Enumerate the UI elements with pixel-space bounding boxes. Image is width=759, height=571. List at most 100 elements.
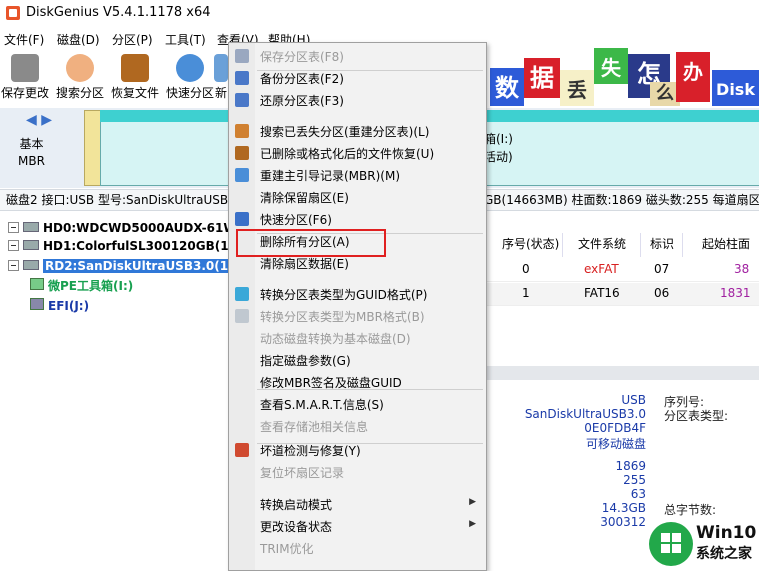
menu-item[interactable]: 坏道检测与修复(Y) (229, 439, 486, 461)
tree-item-hd0[interactable]: HD0:WDCWD5000AUDX-61W (8, 218, 237, 238)
tree-item-efi[interactable]: EFI(J:) (30, 296, 89, 316)
partition-icon (30, 278, 44, 290)
new-partition-button[interactable]: 新 (214, 52, 228, 104)
col-header-start[interactable]: 起始柱面 (702, 235, 750, 252)
menu-item[interactable]: 查看S.M.A.R.T.信息(S) (229, 393, 486, 415)
detail-cylinders: 1869 (615, 459, 646, 473)
menu-item-label: 清除保留扇区(E) (260, 191, 349, 205)
collapse-icon[interactable] (8, 260, 19, 271)
new-partition-label: 新 (214, 86, 227, 100)
tree-item-label: 微PE工具箱(I:) (48, 279, 134, 293)
menu-item-label: 查看存储池相关信息 (260, 420, 369, 434)
recover-files-button[interactable]: 恢复文件 (110, 52, 160, 104)
menu-item-label: 坏道检测与修复(Y) (260, 444, 361, 458)
menu-item-label: 备份分区表(F2) (260, 72, 344, 86)
cell-index: 0 (522, 262, 530, 276)
quick-partition-button[interactable]: 快速分区 (165, 52, 215, 104)
menu-item-label: 更改设备状态 (260, 520, 333, 534)
hard-drive-icon (23, 240, 39, 250)
search-partition-label: 搜索分区 (55, 86, 104, 100)
cell-start: 38 (734, 262, 750, 276)
menu-item: 复位坏扇区记录 (229, 461, 486, 483)
col-header-fs[interactable]: 文件系统 (578, 235, 626, 252)
partition-icon (30, 298, 44, 310)
menu-tools[interactable]: 工具(T) (165, 31, 206, 48)
watermark-title: Win10 (696, 523, 757, 543)
menu-item: TRIM优化 (229, 537, 486, 559)
menu-item-label: 还原分区表(F3) (260, 94, 344, 108)
cell-id: 07 (654, 262, 670, 276)
hard-drive-icon (23, 222, 39, 232)
menu-item: 转换分区表类型为MBR格式(B) (229, 305, 486, 327)
disk-nav-arrows[interactable]: ◀ ▶ (26, 112, 52, 128)
highlight-box (236, 229, 386, 257)
menu-item-label: TRIM优化 (260, 542, 314, 556)
save-icon (11, 54, 39, 82)
save-changes-label: 保存更改 (0, 86, 49, 100)
menu-item-label: 查看S.M.A.R.T.信息(S) (260, 398, 384, 412)
col-header-id[interactable]: 标识 (650, 235, 674, 252)
menu-item-label: 保存分区表(F8) (260, 50, 344, 64)
col-header-index[interactable]: 序号(状态) (502, 235, 559, 252)
magnifier-icon (66, 54, 94, 82)
expand-icon[interactable] (8, 222, 19, 233)
promo-banner[interactable]: 数 据 丢 失 怎 么 办 Disk (488, 46, 759, 106)
menu-item[interactable]: 转换启动模式 ▶ (229, 493, 486, 515)
table-row[interactable]: 0 exFAT 07 38 (486, 259, 759, 282)
menu-partition[interactable]: 分区(P) (112, 31, 153, 48)
search-partition-button[interactable]: 搜索分区 (55, 52, 105, 104)
partition-status-text: 活动) (484, 150, 513, 164)
menu-item[interactable]: 已删除或格式化后的文件恢复(U) (229, 142, 486, 164)
tree-item-wepe[interactable]: 微PE工具箱(I:) (30, 276, 133, 296)
search-icon (235, 124, 249, 138)
windows-logo-icon (661, 533, 681, 553)
restore-icon (235, 93, 249, 107)
col-separator (640, 233, 641, 257)
app-icon (6, 6, 20, 20)
submenu-arrow-icon: ▶ (469, 497, 476, 507)
menu-item[interactable]: 备份分区表(F2) (229, 67, 486, 89)
menu-disk[interactable]: 磁盘(D) (57, 31, 100, 48)
menu-item[interactable]: 重建主引导记录(MBR)(M) (229, 164, 486, 186)
menu-item[interactable]: 指定磁盘参数(G) (229, 349, 486, 371)
menu-item: 保存分区表(F8) (229, 45, 486, 67)
menu-item[interactable]: 修改MBR签名及磁盘GUID (229, 371, 486, 393)
partition-name-text: 箱(I:) (484, 132, 513, 146)
menu-item[interactable]: 搜索已丢失分区(重建分区表)(L) (229, 120, 486, 142)
menu-item[interactable]: 还原分区表(F3) (229, 89, 486, 111)
menu-item-label: 转换启动模式 (260, 498, 333, 512)
save-changes-button[interactable]: 保存更改 (0, 52, 50, 104)
disk-context-menu: 保存分区表(F8) 备份分区表(F2) 还原分区表(F3) 搜索已丢失分区(重建分区表… (228, 42, 487, 571)
menu-item[interactable]: 清除保留扇区(E) (229, 186, 486, 208)
menu-item[interactable]: 更改设备状态 ▶ (229, 515, 486, 537)
cell-start: 1831 (720, 286, 751, 300)
expand-icon[interactable] (8, 240, 19, 251)
tree-item-hd1[interactable]: HD1:ColorfulSL300120GB(12 (8, 236, 237, 256)
cell-id: 06 (654, 286, 670, 300)
banner-disk-text: Disk (712, 70, 759, 106)
recover-box-icon (121, 54, 149, 82)
disk-info-left: 磁盘2 接口:USB 型号:SanDiskUltraUSB3 (6, 193, 236, 207)
menu-item[interactable]: 转换分区表类型为GUID格式(P) (229, 283, 486, 305)
detail-interface: USB (621, 393, 646, 407)
total-bytes-label: 总字节数: (664, 503, 717, 517)
detail-type: 可移动磁盘 (585, 437, 646, 451)
convert-icon (235, 287, 249, 301)
tree-item-rd2[interactable]: RD2:SanDiskUltraUSB3.0(14GB (8, 256, 258, 276)
detail-heads: 255 (623, 473, 646, 487)
watermark-subtitle: 系统之家 (696, 546, 752, 562)
menu-item-label: 转换分区表类型为GUID格式(P) (260, 288, 428, 302)
menu-item-label: 动态磁盘转换为基本磁盘(D) (260, 332, 411, 346)
quick-partition-icon (235, 212, 249, 226)
menu-file[interactable]: 文件(F) (4, 31, 44, 48)
menu-item[interactable]: 快速分区(F6) (229, 208, 486, 230)
save-icon (235, 49, 249, 63)
banner-char-1: 数 (490, 68, 524, 106)
file-recovery-icon (235, 146, 249, 160)
tools-icon (235, 443, 249, 457)
basic-label: 基本 (19, 137, 44, 151)
table-row[interactable]: 1 FAT16 06 1831 (486, 283, 759, 306)
banner-char-4: 失 (594, 48, 628, 84)
detail-sectors: 63 (630, 487, 646, 501)
cell-index: 1 (522, 286, 530, 300)
